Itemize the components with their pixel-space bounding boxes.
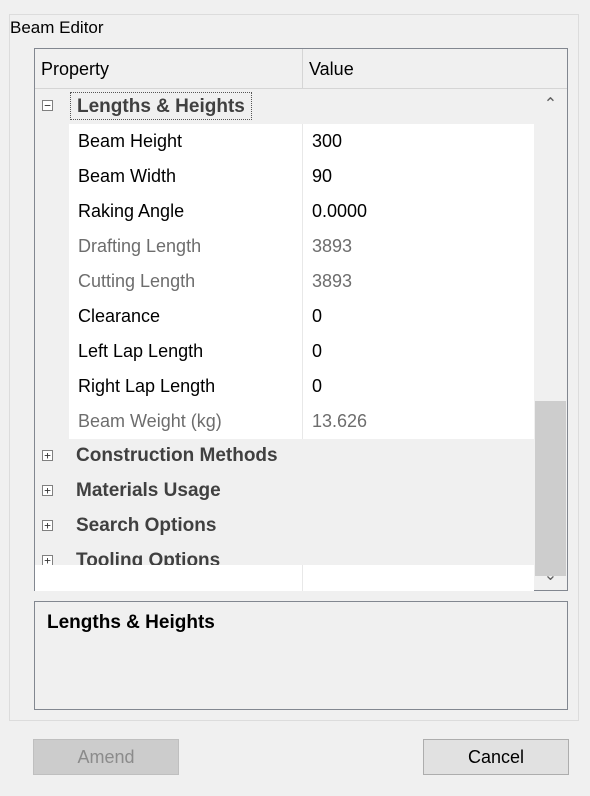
property-row-cutting-length[interactable]: Cutting Length 3893 <box>35 264 534 299</box>
grid-header: Property Value <box>35 49 567 89</box>
property-name[interactable]: Beam Width <box>78 159 303 194</box>
chevron-down-icon[interactable]: ⌄ <box>534 560 567 590</box>
property-row-beam-height[interactable]: Beam Height 300 <box>35 124 534 159</box>
property-row-drafting-length[interactable]: Drafting Length 3893 <box>35 229 534 264</box>
empty-grid-row <box>35 565 534 591</box>
category-row-search-options[interactable]: + Search Options <box>35 509 534 544</box>
property-value[interactable]: 3893 <box>312 229 534 264</box>
property-row-clearance[interactable]: Clearance 0 <box>35 299 534 334</box>
property-name[interactable]: Left Lap Length <box>78 334 303 369</box>
category-label[interactable]: Search Options <box>70 512 222 540</box>
property-name[interactable]: Drafting Length <box>78 229 303 264</box>
group-title: Beam Editor <box>10 18 108 38</box>
category-label[interactable]: Lengths & Heights <box>70 92 252 120</box>
property-name[interactable]: Right Lap Length <box>78 369 303 404</box>
expand-icon[interactable]: + <box>42 520 53 531</box>
property-row-left-lap-length[interactable]: Left Lap Length 0 <box>35 334 534 369</box>
property-row-beam-width[interactable]: Beam Width 90 <box>35 159 534 194</box>
property-name[interactable]: Raking Angle <box>78 194 303 229</box>
category-label[interactable]: Materials Usage <box>70 477 227 505</box>
property-name[interactable]: Beam Weight (kg) <box>78 404 303 439</box>
property-row-beam-weight[interactable]: Beam Weight (kg) 13.626 <box>35 404 534 439</box>
chevron-up-icon[interactable]: ⌃ <box>534 89 567 119</box>
expand-icon[interactable]: + <box>42 450 53 461</box>
category-label[interactable]: Construction Methods <box>70 442 284 470</box>
column-header-property[interactable]: Property <box>35 49 303 88</box>
vertical-scrollbar[interactable]: ⌃ ⌄ <box>534 89 567 590</box>
column-header-value[interactable]: Value <box>303 49 567 88</box>
property-value[interactable]: 13.626 <box>312 404 534 439</box>
property-value[interactable]: 0 <box>312 299 534 334</box>
property-value[interactable]: 0 <box>312 334 534 369</box>
category-row-lengths-heights[interactable]: − Lengths & Heights <box>35 89 534 124</box>
property-row-raking-angle[interactable]: Raking Angle 0.0000 <box>35 194 534 229</box>
cancel-button[interactable]: Cancel <box>423 739 569 775</box>
property-value[interactable]: 90 <box>312 159 534 194</box>
category-row-materials-usage[interactable]: + Materials Usage <box>35 474 534 509</box>
property-grid[interactable]: Property Value − Lengths & Heights Beam … <box>34 48 568 591</box>
property-value[interactable]: 0 <box>312 369 534 404</box>
property-name[interactable]: Cutting Length <box>78 264 303 299</box>
amend-button[interactable]: Amend <box>33 739 179 775</box>
category-row-construction-methods[interactable]: + Construction Methods <box>35 439 534 474</box>
property-name[interactable]: Beam Height <box>78 124 303 159</box>
description-pane: Lengths & Heights <box>34 601 568 710</box>
scrollbar-thumb[interactable] <box>535 401 566 576</box>
expand-icon[interactable]: + <box>42 485 53 496</box>
property-name[interactable]: Clearance <box>78 299 303 334</box>
property-value[interactable]: 3893 <box>312 264 534 299</box>
property-row-right-lap-length[interactable]: Right Lap Length 0 <box>35 369 534 404</box>
property-value[interactable]: 300 <box>312 124 534 159</box>
collapse-icon[interactable]: − <box>42 100 53 111</box>
description-title: Lengths & Heights <box>47 612 215 633</box>
property-value[interactable]: 0.0000 <box>312 194 534 229</box>
